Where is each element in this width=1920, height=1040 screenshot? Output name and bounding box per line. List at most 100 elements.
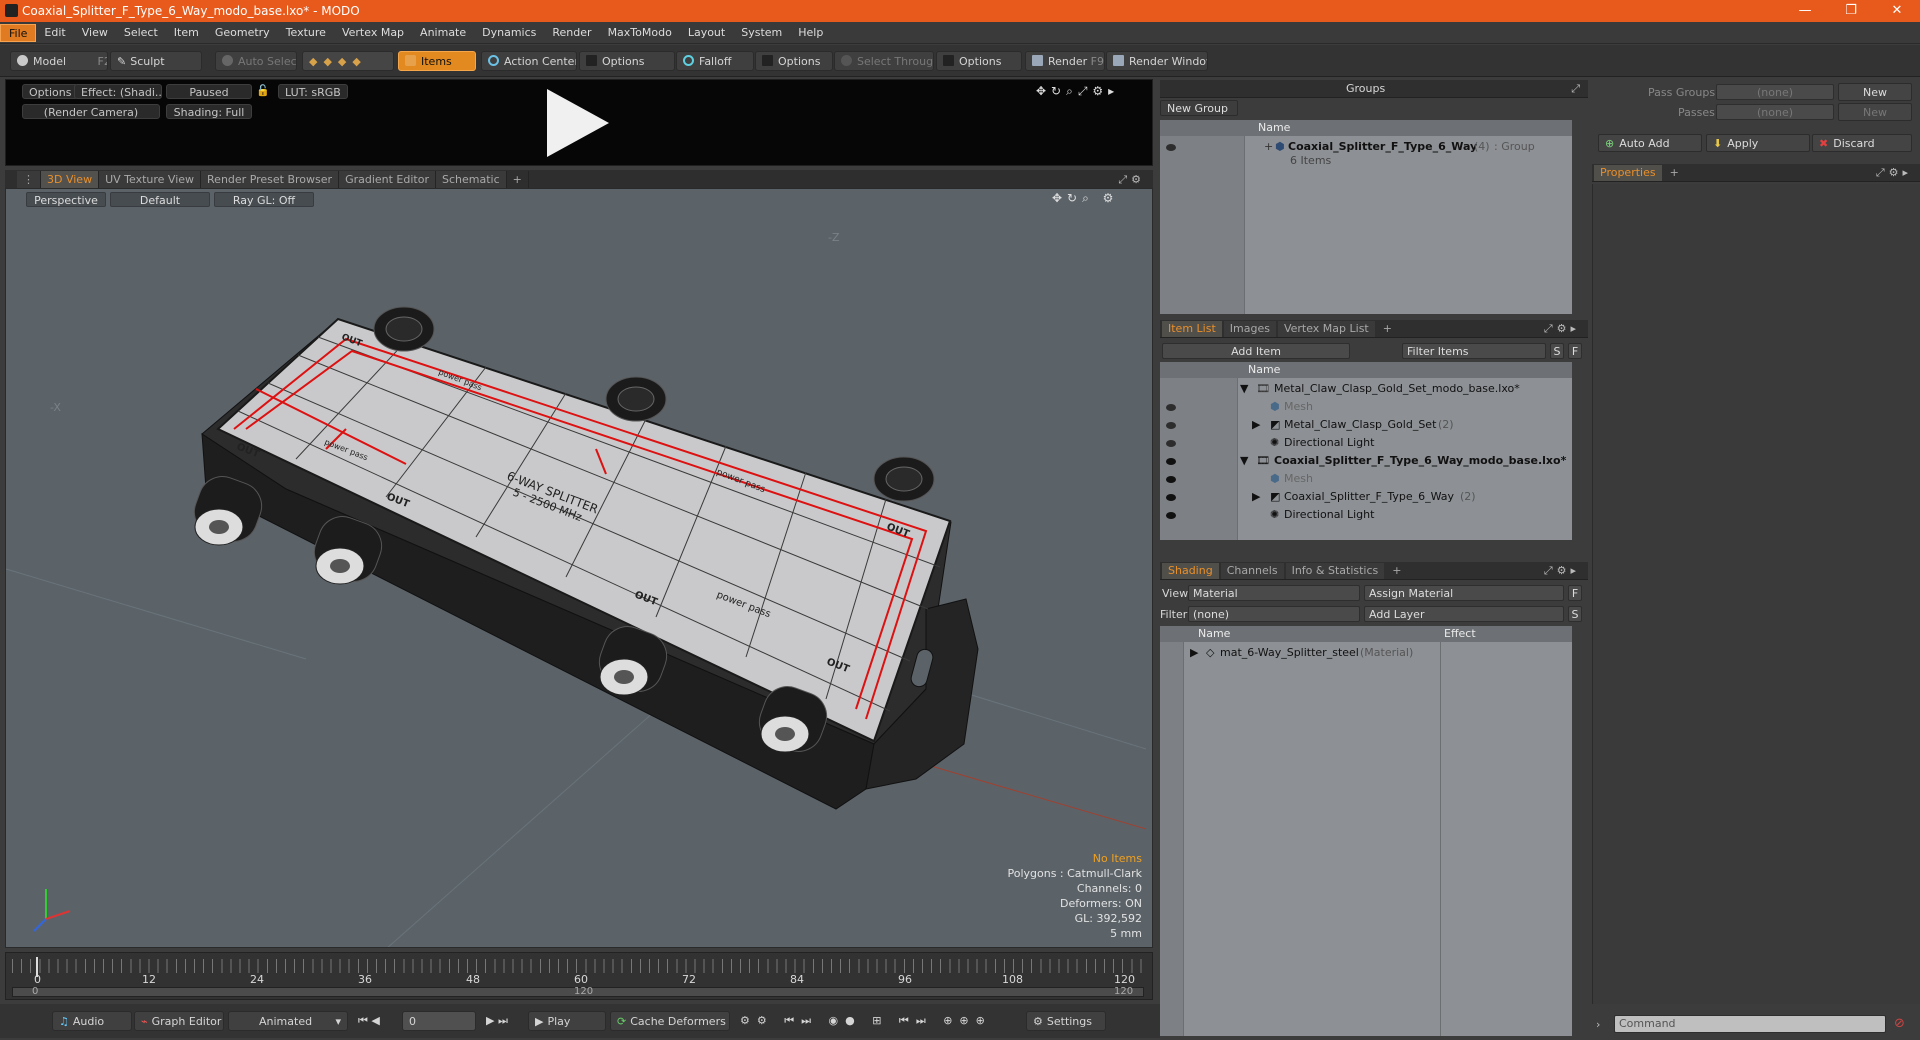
render-button[interactable]: Render F9 — [1025, 51, 1105, 71]
assign-material-dropdown[interactable]: Assign Material — [1364, 585, 1564, 601]
record-icon[interactable]: ⊘ — [1894, 1016, 1905, 1031]
tab-channels[interactable]: Channels — [1220, 562, 1284, 579]
lock-icon[interactable]: 🔓 — [256, 84, 270, 97]
collapse-arrow-icon[interactable]: ▼ — [1240, 452, 1248, 470]
menu-texture[interactable]: Texture — [278, 24, 334, 42]
menu-animate[interactable]: Animate — [412, 24, 474, 42]
expand-arrow-icon[interactable]: ▶ — [1190, 644, 1198, 662]
menu-layout[interactable]: Layout — [680, 24, 733, 42]
list-item[interactable]: ⬢ Mesh — [1160, 398, 1572, 416]
settings-button[interactable]: ⚙ Settings — [1026, 1011, 1106, 1031]
3d-viewport[interactable]: Perspective Default Ray GL: Off ✥↻⌕ ⚙ -Z… — [5, 188, 1153, 948]
select-through-options-button[interactable]: Options — [936, 51, 1022, 71]
preview-paused-button[interactable]: Paused — [166, 84, 252, 99]
sculpt-mode-button[interactable]: ✎ Sculpt — [110, 51, 202, 71]
tab-item-list[interactable]: Item List — [1162, 320, 1222, 337]
list-item[interactable]: ▶ ◩ Coaxial_Splitter_F_Type_6_Way (2) — [1160, 488, 1572, 506]
expand-icon[interactable]: ⤢ — [1571, 82, 1580, 96]
apply-button[interactable]: ⬇ Apply — [1706, 134, 1810, 152]
play-button[interactable]: ▶ Play — [528, 1011, 606, 1031]
add-tab-button[interactable]: + — [1377, 321, 1398, 337]
add-tab-button[interactable]: + — [507, 171, 529, 188]
add-tab-button[interactable]: + — [1386, 563, 1407, 579]
shading-s-button[interactable]: S — [1568, 606, 1582, 622]
material-row[interactable]: ▶ ◇ mat_6-Way_Splitter_steel (Material) — [1160, 644, 1572, 662]
command-expand-icon[interactable]: › — [1596, 1018, 1600, 1031]
tab-gradient-editor[interactable]: Gradient Editor — [339, 171, 436, 188]
visibility-eye-icon[interactable] — [1166, 512, 1176, 519]
skip-start-icon[interactable]: ⏮ — [358, 1014, 368, 1027]
pass-groups-dropdown[interactable]: (none) — [1716, 84, 1834, 100]
shading-f-button[interactable]: F — [1568, 585, 1582, 601]
tab-3d-view[interactable]: 3D View — [41, 171, 100, 188]
step-back-icon[interactable]: ◀ — [371, 1014, 379, 1027]
menu-render[interactable]: Render — [544, 24, 599, 42]
list-item[interactable]: ▶ ◩ Metal_Claw_Clasp_Gold_Set (2) — [1160, 416, 1572, 434]
menu-geometry[interactable]: Geometry — [207, 24, 278, 42]
menu-help[interactable]: Help — [790, 24, 831, 42]
panel-settings-icons[interactable]: ⤢⚙▸ — [1544, 564, 1580, 578]
menu-item[interactable]: Item — [166, 24, 207, 42]
menu-maxtomodo[interactable]: MaxToModo — [600, 24, 680, 42]
minimize-button[interactable]: — — [1782, 0, 1828, 22]
passes-dropdown[interactable]: (none) — [1716, 104, 1834, 120]
menu-system[interactable]: System — [733, 24, 790, 42]
tab-schematic[interactable]: Schematic — [436, 171, 507, 188]
play-preview-icon[interactable] — [547, 89, 609, 157]
visibility-eye-icon[interactable] — [1166, 422, 1176, 429]
menu-select[interactable]: Select — [116, 24, 166, 42]
new-pass-group-button[interactable]: New — [1838, 83, 1912, 101]
menu-vertex-map[interactable]: Vertex Map — [334, 24, 412, 42]
animated-dropdown[interactable]: Animated ▾ — [228, 1011, 348, 1031]
auto-select-button[interactable]: Auto Select — [215, 51, 297, 71]
visibility-eye-icon[interactable] — [1166, 404, 1176, 411]
filter-items-input[interactable]: Filter Items — [1402, 343, 1546, 359]
tab-vertex-map-list[interactable]: Vertex Map List — [1277, 320, 1375, 337]
tab-render-preset-browser[interactable]: Render Preset Browser — [201, 171, 340, 188]
menu-dynamics[interactable]: Dynamics — [474, 24, 544, 42]
preview-effect-dropdown[interactable]: Effect: (Shadi... — [74, 84, 162, 99]
groups-list[interactable]: Name + ⬢ Coaxial_Splitter_F_Type_6_Way (… — [1160, 120, 1572, 314]
timeline-ruler[interactable] — [12, 959, 1144, 973]
visibility-eye-icon[interactable] — [1166, 144, 1176, 151]
preview-options-button[interactable]: Options — [22, 84, 79, 99]
filter-dropdown[interactable]: (none) — [1188, 606, 1360, 622]
list-item[interactable]: ✺ Directional Light — [1160, 434, 1572, 452]
items-mode-button[interactable]: Items — [398, 51, 476, 71]
collapse-arrow-icon[interactable]: ▼ — [1240, 380, 1248, 398]
step-forward-icon[interactable]: ▶ — [486, 1014, 494, 1027]
cache-deformers-button[interactable]: ⟳ Cache Deformers — [610, 1011, 730, 1031]
auto-add-button[interactable]: ⊕ Auto Add — [1598, 134, 1702, 152]
close-button[interactable]: ✕ — [1874, 0, 1920, 22]
model-mode-button[interactable]: Model F2 — [10, 51, 108, 71]
lut-dropdown[interactable]: LUT: sRGB — [278, 84, 348, 99]
tab-info-statistics[interactable]: Info & Statistics — [1285, 562, 1385, 579]
visibility-eye-icon[interactable] — [1166, 440, 1176, 447]
timeline[interactable]: 0 12 24 36 48 60 72 84 96 108 120 0 120 … — [5, 952, 1153, 1000]
falloff-options-button[interactable]: Options — [755, 51, 833, 71]
list-item[interactable]: ✺ Directional Light — [1160, 506, 1572, 524]
panel-settings-icons[interactable]: ⤢⚙▸ — [1544, 322, 1580, 336]
preview-nav-icons[interactable]: ✥↻⌕⤢⚙▸ — [1036, 84, 1119, 99]
discard-button[interactable]: ✖ Discard — [1812, 134, 1912, 152]
maximize-button[interactable]: ❐ — [1828, 0, 1874, 22]
audio-button[interactable]: ♫ Audio — [52, 1011, 132, 1031]
new-pass-button[interactable]: New — [1838, 103, 1912, 121]
tab-uv-texture-view[interactable]: UV Texture View — [99, 171, 202, 188]
render-window-button[interactable]: Render Window — [1106, 51, 1208, 71]
graph-editor-button[interactable]: ⌁ Graph Editor — [134, 1011, 224, 1031]
menu-view[interactable]: View — [74, 24, 116, 42]
add-layer-dropdown[interactable]: Add Layer — [1364, 606, 1564, 622]
viewport-expand-icons[interactable]: ⤢⚙ — [1118, 171, 1145, 188]
expand-arrow-icon[interactable]: ▶ — [1252, 488, 1260, 506]
tab-images[interactable]: Images — [1223, 320, 1276, 337]
menu-edit[interactable]: Edit — [36, 24, 73, 42]
command-input[interactable]: Command — [1614, 1015, 1886, 1033]
select-through-button[interactable]: Select Through — [834, 51, 934, 71]
new-group-button[interactable]: New Group — [1160, 100, 1238, 116]
frame-input[interactable]: 0 — [402, 1011, 476, 1031]
list-item[interactable]: ▼ 🎞 Metal_Claw_Clasp_Gold_Set_modo_base.lx… — [1160, 380, 1572, 398]
skip-forward-buttons[interactable]: ▶ ⏭ — [480, 1011, 526, 1031]
add-item-dropdown[interactable]: Add Item — [1162, 343, 1350, 359]
expand-plus-icon[interactable]: + — [1264, 138, 1273, 156]
